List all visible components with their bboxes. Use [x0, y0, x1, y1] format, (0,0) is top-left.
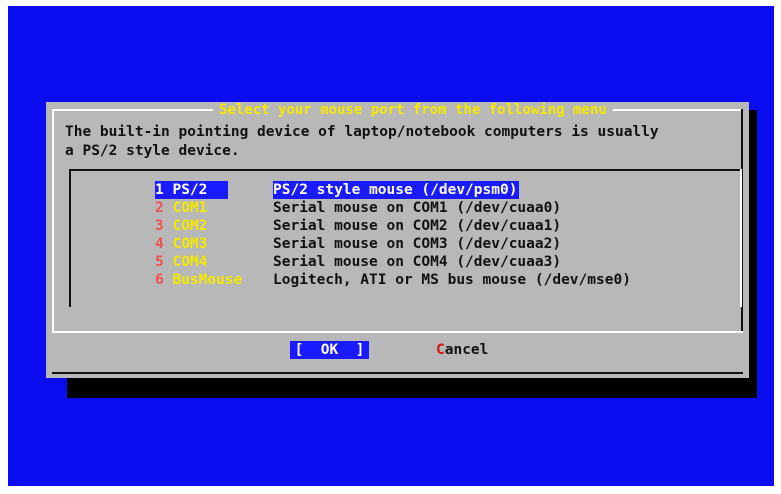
menu-left-border: [69, 169, 71, 307]
menu-item-name: COM1: [172, 200, 208, 216]
menu-item-tag: 2 COM1: [155, 199, 255, 217]
menu-top-border: [69, 169, 742, 171]
menu-item-tag: 5 COM4: [155, 253, 255, 271]
menu-item-name: COM2: [172, 218, 208, 234]
menu-item-name: PS/2: [172, 182, 208, 198]
dialog-left-border: [52, 109, 54, 333]
cancel-label-rest: ancel: [444, 342, 489, 358]
menu-item-desc: Serial mouse on COM1 (/dev/cuaa0): [273, 200, 562, 216]
dialog-separator: [52, 331, 743, 333]
menu-item-name: COM4: [172, 254, 208, 270]
menu-item-name: BusMouse: [172, 272, 243, 288]
menu-item-hotkey: 3: [155, 218, 164, 234]
menu-item-name: COM3: [172, 236, 208, 252]
menu-item-desc: Logitech, ATI or MS bus mouse (/dev/mse0…: [273, 272, 631, 288]
menu-item-tag: 6 BusMouse: [155, 271, 255, 289]
ok-button[interactable]: [ OK ]: [290, 341, 369, 359]
cancel-button[interactable]: Cancel: [436, 341, 488, 359]
prompt-line-2: a PS/2 style device.: [65, 143, 240, 159]
menu-item-desc: Serial mouse on COM3 (/dev/cuaa2): [273, 236, 562, 252]
cancel-hotkey: C: [436, 342, 445, 358]
menu-item-hotkey: 1: [155, 182, 164, 198]
menu-item-hotkey: 5: [155, 254, 164, 270]
menu-item-tag: 1 PS/2: [155, 181, 228, 199]
menu-item-desc: Serial mouse on COM2 (/dev/cuaa1): [273, 218, 562, 234]
menu-item-hotkey: 4: [155, 236, 164, 252]
menu-item-tag: 4 COM3: [155, 235, 255, 253]
menu-list: 1 PS/2 PS/2 style mouse (/dev/psm0) 2 CO…: [69, 169, 742, 309]
mouse-port-dialog: Select your mouse port from the followin…: [46, 102, 749, 378]
menu-item-tag: 3 COM2: [155, 217, 255, 235]
dialog-title: Select your mouse port from the followin…: [213, 102, 613, 118]
menu-item-desc: Serial mouse on COM4 (/dev/cuaa3): [273, 254, 562, 270]
dialog-shadow-right: [749, 110, 757, 398]
menu-item-desc: PS/2 style mouse (/dev/psm0): [273, 181, 520, 199]
menu-item-hotkey: 2: [155, 200, 164, 216]
dialog-bottom-border: [52, 372, 743, 374]
dialog-shadow: [67, 378, 757, 398]
menu-item-hotkey: 6: [155, 272, 164, 288]
prompt-line-1: The built-in pointing device of laptop/n…: [65, 124, 659, 140]
menu-right-border: [740, 169, 742, 307]
